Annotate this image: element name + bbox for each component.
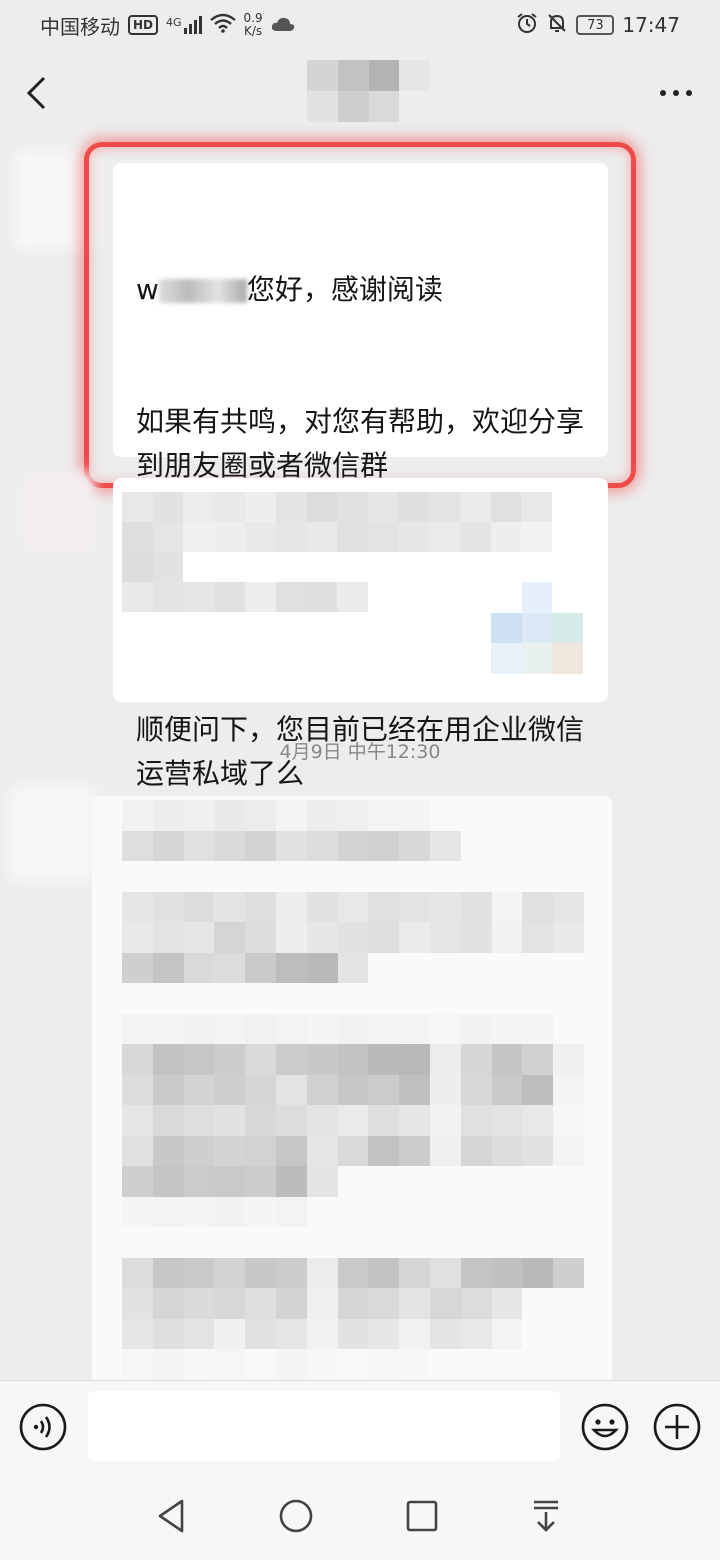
hd-badge: HD <box>128 15 159 35</box>
signal-icon: 4G <box>166 16 202 34</box>
link-card-mosaic <box>122 492 552 612</box>
emoji-icon[interactable] <box>580 1402 630 1452</box>
link-card-thumbnail <box>491 582 583 674</box>
carrier-label: 中国移动 <box>40 14 120 39</box>
chat-header <box>0 50 720 136</box>
more-dots-icon[interactable] <box>656 73 696 113</box>
battery-indicator: 73 <box>576 15 615 35</box>
cloud-icon <box>271 13 295 37</box>
chevron-left-icon[interactable] <box>24 73 64 113</box>
avatar[interactable] <box>22 472 94 552</box>
clock: 17:47 <box>622 13 680 37</box>
message-input[interactable] <box>88 1391 560 1461</box>
alarm-icon <box>516 12 538 39</box>
plus-icon[interactable] <box>652 1402 702 1452</box>
message-mosaic <box>122 800 584 1380</box>
signal-type-label: 4G <box>166 16 182 29</box>
system-navigation-bar <box>0 1470 720 1560</box>
input-bar <box>0 1380 720 1470</box>
back-triangle-icon[interactable] <box>152 1496 192 1536</box>
avatar[interactable] <box>10 786 96 882</box>
recents-square-icon[interactable] <box>402 1496 442 1536</box>
voice-icon[interactable] <box>18 1402 68 1452</box>
chat-title-mosaic <box>307 60 430 122</box>
chat-area[interactable]: w 您好，感谢阅读 如果有共鸣，对您有帮助，欢迎分享到朋友圈或者微信群 顺便问下，… <box>0 136 720 1380</box>
notification-pull-icon[interactable] <box>526 1496 566 1536</box>
net-speed: 0.9 K/s <box>243 11 263 38</box>
home-circle-icon[interactable] <box>276 1496 316 1536</box>
status-bar: 中国移动 HD 4G 0.9 K/s 73 17:47 <box>0 0 720 50</box>
bell-off-icon <box>546 12 568 39</box>
message-timestamp: 4月9日 中午12:30 <box>279 741 441 763</box>
status-right: 73 17:47 <box>516 12 680 39</box>
highlight-annotation <box>84 142 636 488</box>
status-left: 中国移动 HD 4G 0.9 K/s <box>40 11 295 40</box>
wifi-icon <box>209 13 236 38</box>
avatar[interactable] <box>14 150 94 250</box>
